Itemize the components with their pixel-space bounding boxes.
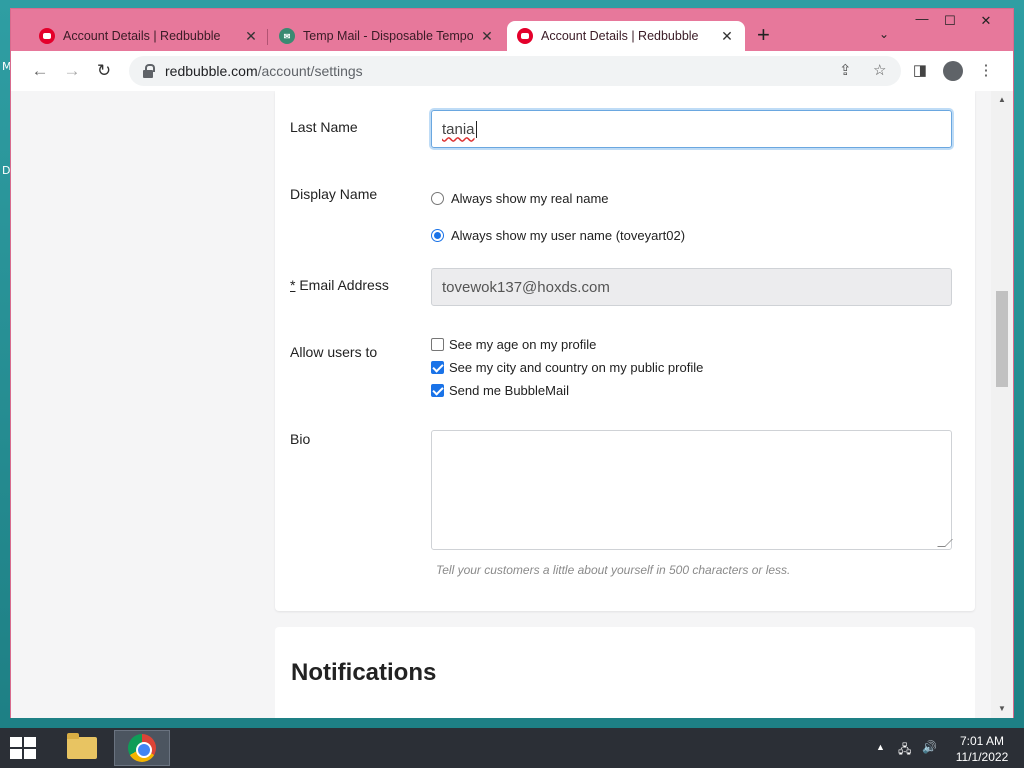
notifications-heading: Notifications [291, 659, 437, 686]
allow-city-option[interactable]: See my city and country on my public pro… [431, 360, 703, 375]
email-label-text: Email Address [299, 277, 389, 293]
required-mark: * [290, 277, 296, 293]
close-icon[interactable]: ✕ [719, 28, 735, 45]
star-icon[interactable]: ☆ [873, 61, 886, 79]
chrome-taskbar-button[interactable] [114, 730, 170, 766]
option-label: See my age on my profile [449, 337, 597, 352]
text-caret [475, 120, 477, 138]
side-panel-icon[interactable]: ◨ [909, 60, 931, 82]
folder-icon [67, 733, 97, 759]
allow-bubblemail-option[interactable]: Send me BubbleMail [431, 383, 569, 398]
scrollbar-thumb[interactable] [996, 291, 1008, 387]
browser-toolbar: ← → ↻ redbubble.com/account/settings ⇪ ☆… [11, 51, 1013, 91]
clock-date: 11/1/2022 [955, 750, 1009, 764]
tempmail-icon: ✉ [279, 28, 295, 44]
maximize-icon[interactable]: ☐ [935, 13, 965, 29]
bio-label: Bio [290, 431, 311, 447]
tray-expand-icon[interactable]: ▲ [876, 742, 885, 752]
volume-icon[interactable]: 🔊 [922, 740, 937, 754]
option-label: Always show my user name (toveyart02) [451, 228, 686, 243]
browser-window: Account Details | Redbubble ✕ ✉ Temp Mai… [10, 8, 1014, 718]
profile-avatar-icon[interactable] [943, 61, 963, 81]
last-name-value: tania [442, 120, 475, 138]
email-field: tovewok137@hoxds.com [431, 268, 952, 306]
notifications-card: Notifications [275, 627, 975, 718]
close-icon[interactable]: ✕ [479, 28, 495, 45]
close-icon[interactable]: ✕ [243, 28, 259, 45]
url-path: /account/settings [257, 63, 363, 79]
reload-icon[interactable]: ↻ [93, 60, 115, 82]
system-clock[interactable]: 7:01 AM 11/1/2022 [950, 733, 1014, 765]
address-bar[interactable]: redbubble.com/account/settings ⇪ ☆ [129, 56, 901, 86]
taskbar: ▲ 🖧 🔊 7:01 AM 11/1/2022 [0, 728, 1024, 768]
radio-selected[interactable] [431, 229, 444, 242]
tab-title: Account Details | Redbubble [541, 29, 699, 43]
last-name-input[interactable]: tania [431, 110, 952, 148]
lock-icon [143, 64, 155, 78]
file-explorer-taskbar-button[interactable] [54, 730, 110, 766]
display-name-username-option[interactable]: Always show my user name (toveyart02) [431, 228, 685, 243]
allow-age-option[interactable]: See my age on my profile [431, 337, 596, 352]
option-label: Always show my real name [451, 191, 609, 206]
window-close-icon[interactable]: ✕ [971, 13, 1001, 29]
forward-icon[interactable]: → [61, 60, 83, 82]
last-name-label: Last Name [290, 119, 358, 135]
checkbox-checked[interactable] [431, 384, 444, 397]
option-label: Send me BubbleMail [449, 383, 569, 398]
scroll-up-icon[interactable]: ▲ [991, 93, 1013, 107]
new-tab-icon[interactable]: + [757, 24, 770, 46]
clock-time: 7:01 AM [959, 734, 1005, 748]
back-icon[interactable]: ← [29, 60, 51, 82]
display-name-real-option[interactable]: Always show my real name [431, 191, 609, 206]
email-label: * Email Address [290, 277, 389, 293]
redbubble-icon [517, 28, 533, 44]
network-icon[interactable]: 🖧 [898, 740, 911, 761]
account-settings-card: Last Name tania Display Name Always show… [275, 91, 975, 611]
resize-grip-icon[interactable] [937, 539, 953, 547]
tab-account-details-1[interactable]: Account Details | Redbubble ✕ [29, 21, 269, 51]
url-host: redbubble.com [165, 63, 258, 79]
tab-title: Temp Mail - Disposable Tempora [303, 29, 473, 43]
kebab-menu-icon[interactable]: ⋮ [975, 60, 997, 82]
tab-title: Account Details | Redbubble [63, 29, 221, 43]
scroll-down-icon[interactable]: ▼ [991, 702, 1013, 716]
checkbox-unchecked[interactable] [431, 338, 444, 351]
checkbox-checked[interactable] [431, 361, 444, 374]
display-name-label: Display Name [290, 186, 378, 202]
bio-hint: Tell your customers a little about yours… [436, 563, 791, 577]
chevron-down-icon[interactable]: ⌄ [879, 27, 889, 41]
bio-textarea[interactable] [431, 430, 953, 550]
page-viewport: Last Name tania Display Name Always show… [11, 91, 1013, 718]
tab-temp-mail[interactable]: ✉ Temp Mail - Disposable Tempora ✕ [269, 21, 505, 51]
page-scrollbar[interactable]: ▲ ▼ [991, 91, 1013, 718]
option-label: See my city and country on my public pro… [449, 360, 704, 375]
tab-strip: Account Details | Redbubble ✕ ✉ Temp Mai… [11, 9, 1013, 51]
tab-separator [267, 29, 268, 45]
tab-account-details-active[interactable]: Account Details | Redbubble ✕ [507, 21, 745, 51]
share-icon[interactable]: ⇪ [839, 61, 852, 79]
email-value: tovewok137@hoxds.com [442, 278, 610, 296]
minimize-icon[interactable]: — [907, 11, 937, 26]
allow-users-label: Allow users to [290, 344, 378, 360]
windows-start-icon[interactable] [10, 737, 38, 761]
radio-unselected[interactable] [431, 192, 444, 205]
redbubble-icon [39, 28, 55, 44]
chrome-icon [128, 734, 156, 762]
